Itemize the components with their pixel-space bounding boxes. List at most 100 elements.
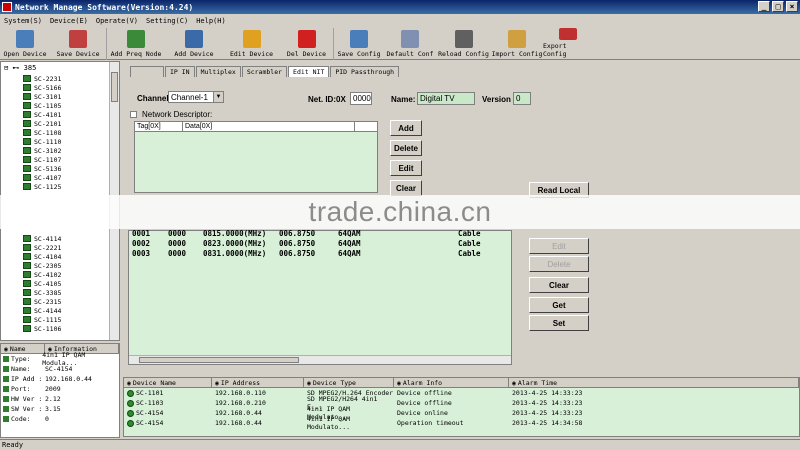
reload-config-button[interactable]: Reload Config — [436, 28, 491, 60]
menu-setting[interactable]: Setting(C) — [146, 17, 188, 25]
minimize-button[interactable]: _ — [758, 1, 770, 12]
menu-operate[interactable]: Operate(V) — [96, 17, 138, 25]
add-button[interactable]: Add — [390, 120, 422, 136]
channel-hscrollbar[interactable] — [129, 355, 511, 364]
info-bullet-icon — [3, 356, 9, 362]
version-field[interactable]: 0 — [513, 92, 531, 105]
tree-item[interactable]: SC-3102 — [23, 146, 61, 155]
channel-select[interactable]: Channel-1 ▼ — [168, 91, 224, 103]
tab-pid-passthrough[interactable]: PID Passthrough — [330, 66, 400, 77]
channel-cell-a: 0001 — [132, 229, 151, 238]
edit-device-button[interactable]: Edit Device — [223, 28, 280, 60]
tree-item[interactable]: SC-2101 — [23, 119, 61, 128]
save-device-button[interactable]: Save Device — [50, 28, 107, 60]
device-icon — [23, 147, 31, 154]
delete-device-button[interactable]: Del Device — [280, 28, 334, 60]
tab-ip-in[interactable]: IP IN — [165, 66, 195, 77]
alarm-row[interactable]: SC-4154 192.168.0.44 4in1 IP QAM Modulato.… — [124, 415, 799, 431]
tab-edit-nit[interactable]: Edit NIT — [288, 66, 330, 77]
tree-item[interactable]: SC-2231 — [23, 74, 61, 83]
tree-item[interactable]: SC-1106 — [23, 324, 61, 333]
netid-label: Net. ID:0X — [308, 95, 346, 104]
tree-item[interactable]: SC-4104 — [23, 252, 61, 261]
toolbar-label: Del Device — [286, 50, 327, 58]
toolbar-label: Default Conf — [386, 50, 434, 58]
menu-help[interactable]: Help(H) — [196, 17, 226, 25]
tab-scrambler[interactable]: Scrambler — [241, 66, 288, 77]
channel-row[interactable]: 0001 0000 0815.0000(MHz) 006.8750 64QAM Cable — [129, 229, 511, 239]
menu-device[interactable]: Device(E) — [50, 17, 88, 25]
tree-item[interactable]: SC-2305 — [23, 261, 61, 270]
clear-button[interactable]: Clear — [390, 180, 422, 196]
default-config-button[interactable]: Default Conf — [384, 28, 436, 60]
descriptor-checkbox[interactable] — [130, 111, 137, 118]
menu-bar: System(S) Device(E) Operate(V) Setting(C… — [0, 14, 800, 28]
alarm-row[interactable]: SC-1101 192.168.0.110 SD MPEG2/H.264 Encod… — [124, 388, 799, 398]
edit-channel-button[interactable]: Edit — [529, 238, 589, 254]
alarm-col-device-name: ◉ Device Name — [124, 378, 212, 387]
device-icon — [23, 93, 31, 100]
maximize-button[interactable]: □ — [772, 1, 784, 12]
alarm-row[interactable]: SC-1103 192.168.0.210 SD MPEG2/H264 4in1 E… — [124, 395, 799, 411]
toolbar-label: Add Device — [174, 50, 214, 58]
add-node-icon — [127, 30, 145, 48]
add-device-button[interactable]: Add Device — [165, 28, 223, 60]
alarm-col-info: ◉ Alarm Info — [394, 378, 509, 387]
export-config-button[interactable]: Export Config — [543, 28, 593, 60]
open-device-icon — [16, 30, 34, 48]
toolbar-label: Open Device — [3, 50, 47, 58]
tree-item[interactable]: SC-4105 — [23, 279, 61, 288]
menu-system[interactable]: System(S) — [4, 17, 42, 25]
tree-item[interactable]: SC-3385 — [23, 288, 61, 297]
descriptor-grid[interactable]: Tag[0X] Data[0X] — [134, 121, 378, 193]
tree-item[interactable]: SC-1108 — [23, 128, 61, 137]
device-icon — [23, 253, 31, 260]
tree-item[interactable]: SC-2221 — [23, 243, 61, 252]
tree-item[interactable]: SC-2315 — [23, 297, 61, 306]
tree-item[interactable]: SC-4107 — [23, 173, 61, 182]
title-bar: Network Manage Software(Version:4.24) _ … — [0, 0, 800, 14]
tree-item[interactable]: SC-1107 — [23, 155, 61, 164]
info-row: Code: 0 — [1, 414, 119, 424]
save-config-button[interactable]: Save Config — [334, 28, 384, 60]
add-node-button[interactable]: Add Preq Node — [107, 28, 165, 60]
delete-channel-button[interactable]: Delete — [529, 256, 589, 272]
tree-item[interactable]: SC-4102 — [23, 270, 61, 279]
tree-root[interactable]: ⊟ ⊷ 385 — [4, 64, 36, 72]
tree-item[interactable]: SC-4114 — [23, 234, 61, 243]
get-button[interactable]: Get — [529, 297, 589, 313]
tree-item[interactable]: SC-3101 — [23, 92, 61, 101]
channel-table[interactable]: 0001 0000 0815.0000(MHz) 006.8750 64QAM Cable… — [128, 229, 512, 365]
delete-button[interactable]: Delete — [390, 140, 422, 156]
clear-channel-button[interactable]: Clear — [529, 277, 589, 293]
descriptor-label: Network Descriptor: — [142, 110, 213, 119]
toolbar-label: Save Device — [56, 50, 100, 58]
close-button[interactable]: × — [786, 1, 798, 12]
name-field[interactable]: Digital TV — [417, 92, 475, 105]
device-icon — [23, 165, 31, 172]
set-button[interactable]: Set — [529, 315, 589, 331]
tree-item[interactable]: SC-5136 — [23, 164, 61, 173]
tree-item[interactable]: SC-1110 — [23, 137, 61, 146]
tree-item[interactable]: SC-4144 — [23, 306, 61, 315]
tab-multiplex[interactable]: Multiplex — [195, 66, 241, 77]
info-bullet-icon — [3, 376, 9, 382]
tree-item[interactable]: SC-1105 — [23, 101, 61, 110]
status-icon — [127, 419, 134, 427]
open-device-button[interactable]: Open Device — [0, 28, 50, 60]
info-row: SW Ver :3.15 — [1, 404, 119, 414]
channel-cell-freq: 0831.0000(MHz) — [203, 249, 267, 258]
alarm-row[interactable]: SC-4154 192.168.0.44 4in1 IP QAM Modulato.… — [124, 405, 799, 421]
edit-button[interactable]: Edit — [390, 160, 422, 176]
netid-field[interactable]: 0000 — [350, 92, 372, 105]
channel-row[interactable]: 0003 0000 0831.0000(MHz) 006.8750 64QAM Cable — [129, 249, 511, 259]
channel-cell-a: 0002 — [132, 239, 151, 248]
tree-item[interactable]: SC-1115 — [23, 315, 61, 324]
tree-item[interactable]: SC-5166 — [23, 83, 61, 92]
tree-item[interactable]: SC-1125 — [23, 182, 61, 191]
import-config-button[interactable]: Import Config — [491, 28, 543, 60]
device-info-panel: ◉ Name ◉ Information Type: 4in1 IP QAM Mo… — [0, 343, 120, 438]
toolbar-label: Export Config — [543, 42, 567, 58]
channel-row[interactable]: 0002 0000 0823.0000(MHz) 006.8750 64QAM Cable — [129, 239, 511, 249]
tree-item[interactable]: SC-4101 — [23, 110, 61, 119]
